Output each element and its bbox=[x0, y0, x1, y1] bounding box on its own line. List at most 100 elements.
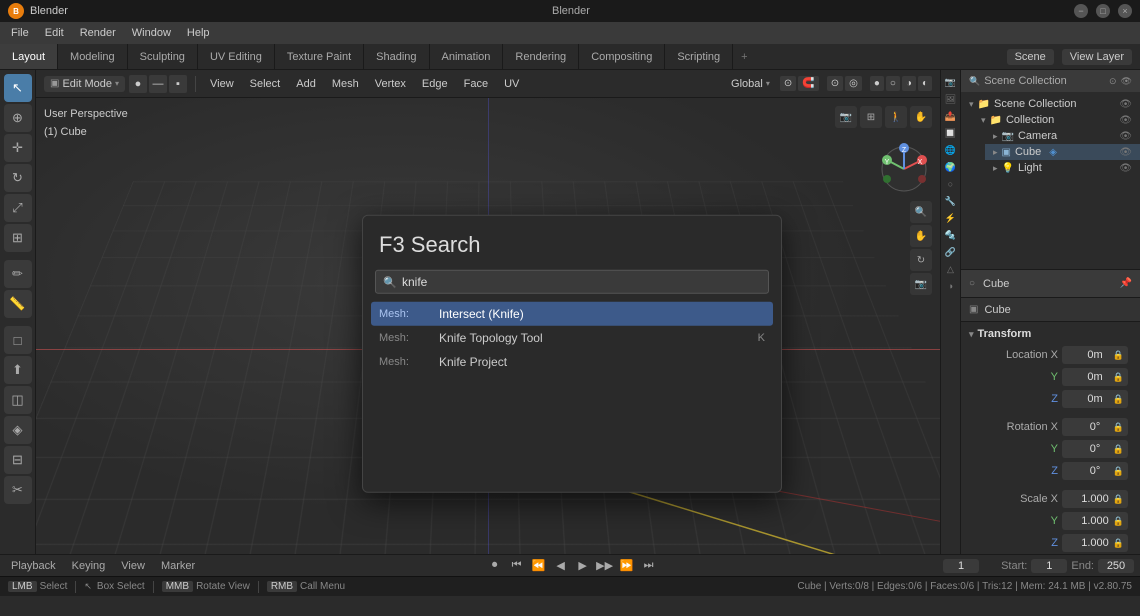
tab-sculpting[interactable]: Sculpting bbox=[128, 44, 198, 69]
menu-render[interactable]: Render bbox=[73, 25, 123, 41]
outliner-light[interactable]: ▸ 💡 Light 👁 bbox=[985, 160, 1140, 176]
tab-rendering[interactable]: Rendering bbox=[503, 44, 579, 69]
prev-key-btn[interactable]: ⏪ bbox=[530, 557, 548, 575]
camera-icon-btn[interactable]: 📷 bbox=[835, 106, 857, 128]
search-result-0[interactable]: Mesh: Intersect (Knife) bbox=[371, 302, 773, 326]
prop-scale-y-input[interactable]: 1.000 🔒 bbox=[1062, 512, 1128, 530]
prop-rotation-x-input[interactable]: 0° 🔒 bbox=[1062, 418, 1128, 436]
props-particles-icon[interactable]: ⚡ bbox=[943, 210, 959, 226]
edge-select-mode[interactable]: — bbox=[149, 75, 167, 93]
zoom-icon[interactable]: 🔍 bbox=[910, 201, 932, 223]
props-data-icon[interactable]: △ bbox=[943, 261, 959, 277]
tab-modeling[interactable]: Modeling bbox=[58, 44, 128, 69]
grid-icon-btn[interactable]: ⊞ bbox=[860, 106, 882, 128]
play-forward-btn[interactable]: ▶ bbox=[574, 557, 592, 575]
axis-gizmo[interactable]: X Y Z bbox=[877, 142, 932, 197]
tool-loop-cut[interactable]: ⊟ bbox=[4, 446, 32, 474]
outliner-scene-collection[interactable]: ▾ 📁 Scene Collection 👁 bbox=[961, 96, 1140, 112]
viewport-edge-menu[interactable]: Edge bbox=[416, 76, 454, 92]
snap-btn[interactable]: 🧲 bbox=[798, 76, 818, 91]
proportional-edit-btn[interactable]: ⊙ bbox=[780, 76, 796, 91]
tool-cursor[interactable]: ⊕ bbox=[4, 104, 32, 132]
viewport-add-menu[interactable]: Add bbox=[290, 76, 322, 92]
tab-texture-paint[interactable]: Texture Paint bbox=[275, 44, 364, 69]
viewport-face-menu[interactable]: Face bbox=[458, 76, 494, 92]
outliner-eye-icon[interactable]: 👁 bbox=[1121, 76, 1132, 87]
viewport-select-menu[interactable]: Select bbox=[244, 76, 287, 92]
vertex-select-mode[interactable]: ● bbox=[129, 75, 147, 93]
tool-move[interactable]: ✛ bbox=[4, 134, 32, 162]
tool-knife[interactable]: ✂ bbox=[4, 476, 32, 504]
scene-selector[interactable]: Scene bbox=[1007, 49, 1054, 65]
prop-scale-x-input[interactable]: 1.000 🔒 bbox=[1062, 490, 1128, 508]
minimize-button[interactable]: − bbox=[1074, 4, 1088, 18]
tab-animation[interactable]: Animation bbox=[430, 44, 504, 69]
gesture-icon-btn[interactable]: ✋ bbox=[910, 106, 932, 128]
cube-eye[interactable]: 👁 bbox=[1119, 147, 1132, 158]
wireframe-mode-btn[interactable]: ○ bbox=[886, 76, 900, 91]
viewport-vertex-menu[interactable]: Vertex bbox=[369, 76, 412, 92]
outliner-cube[interactable]: ▸ ▣ Cube ◈ 👁 bbox=[985, 144, 1140, 160]
jump-end-btn[interactable]: ⏭ bbox=[640, 557, 658, 575]
props-world-icon[interactable]: 🌍 bbox=[943, 159, 959, 175]
tool-select[interactable]: ↖ bbox=[4, 74, 32, 102]
tool-scale[interactable]: ⤢ bbox=[4, 194, 32, 222]
props-scene-prop-icon[interactable]: 🌐 bbox=[943, 142, 959, 158]
outliner-collection[interactable]: ▾ 📁 Collection 👁 bbox=[973, 112, 1140, 128]
props-output-icon[interactable]: 📤 bbox=[943, 108, 959, 124]
rendered-mode-btn[interactable]: ◑ bbox=[902, 76, 916, 91]
marker-menu[interactable]: Marker bbox=[156, 558, 200, 574]
tab-add-button[interactable]: + bbox=[733, 44, 755, 69]
pan-icon[interactable]: ✋ bbox=[910, 225, 932, 247]
props-pin-icon[interactable]: 📌 bbox=[1120, 278, 1132, 289]
timeline-view-menu[interactable]: View bbox=[116, 558, 150, 574]
viewport-uv-menu[interactable]: UV bbox=[498, 76, 525, 92]
step-forward-btn[interactable]: ▶▶ bbox=[596, 557, 614, 575]
outliner-camera[interactable]: ▸ 📷 Camera 👁 bbox=[985, 128, 1140, 144]
viewport-global-selector[interactable]: Global ▾ bbox=[725, 76, 776, 92]
tool-transform[interactable]: ⊞ bbox=[4, 224, 32, 252]
menu-edit[interactable]: Edit bbox=[38, 25, 71, 41]
menu-help[interactable]: Help bbox=[180, 25, 217, 41]
playback-menu[interactable]: Playback bbox=[6, 558, 61, 574]
prop-location-x-input[interactable]: 0m 🔒 bbox=[1062, 346, 1128, 364]
xray-btn[interactable]: ◎ bbox=[845, 76, 862, 91]
search-result-1[interactable]: Mesh: Knife Topology Tool K bbox=[371, 326, 773, 350]
props-modifier-icon[interactable]: 🔧 bbox=[943, 193, 959, 209]
viewport-view-menu[interactable]: View bbox=[204, 76, 240, 92]
view-layer-selector[interactable]: View Layer bbox=[1062, 49, 1132, 65]
tool-extrude[interactable]: ⬆ bbox=[4, 356, 32, 384]
props-material-icon[interactable]: ◑ bbox=[943, 278, 959, 294]
prop-scale-z-input[interactable]: 1.000 🔒 bbox=[1062, 534, 1128, 552]
tab-shading[interactable]: Shading bbox=[364, 44, 429, 69]
props-physics-icon[interactable]: 🔩 bbox=[943, 227, 959, 243]
tab-compositing[interactable]: Compositing bbox=[579, 44, 665, 69]
prop-rotation-z-input[interactable]: 0° 🔒 bbox=[1062, 462, 1128, 480]
rotate-view-icon[interactable]: ↻ bbox=[910, 249, 932, 271]
step-back-btn[interactable]: ◀ bbox=[552, 557, 570, 575]
tab-layout[interactable]: Layout bbox=[0, 44, 58, 69]
menu-window[interactable]: Window bbox=[125, 25, 178, 41]
material-mode-btn[interactable]: ◐ bbox=[918, 76, 932, 91]
prop-location-z-input[interactable]: 0m 🔒 bbox=[1062, 390, 1128, 408]
transform-section-title[interactable]: ▾ Transform bbox=[961, 322, 1140, 344]
record-btn[interactable]: ⏺ bbox=[486, 557, 504, 575]
light-eye[interactable]: 👁 bbox=[1119, 163, 1132, 174]
props-viewlayer-icon[interactable]: 🔲 bbox=[943, 125, 959, 141]
props-object-icon[interactable]: ○ bbox=[943, 176, 959, 192]
edit-mode-selector[interactable]: ▣ Edit Mode ▾ bbox=[44, 76, 125, 92]
scene-collection-eye[interactable]: 👁 bbox=[1119, 99, 1132, 110]
current-frame-input[interactable]: 1 bbox=[943, 559, 979, 573]
tool-bevel[interactable]: ◈ bbox=[4, 416, 32, 444]
props-constraints-icon[interactable]: 🔗 bbox=[943, 244, 959, 260]
tab-scripting[interactable]: Scripting bbox=[665, 44, 733, 69]
tab-uv-editing[interactable]: UV Editing bbox=[198, 44, 275, 69]
viewport-mesh-menu[interactable]: Mesh bbox=[326, 76, 365, 92]
props-scene-icon[interactable]: 📷 bbox=[943, 74, 959, 90]
search-result-2[interactable]: Mesh: Knife Project bbox=[371, 350, 773, 374]
tool-rotate[interactable]: ↻ bbox=[4, 164, 32, 192]
prop-rotation-y-input[interactable]: 0° 🔒 bbox=[1062, 440, 1128, 458]
frame-end-input[interactable]: 250 bbox=[1098, 559, 1134, 573]
collection-eye[interactable]: 👁 bbox=[1119, 115, 1132, 126]
prop-location-y-input[interactable]: 0m 🔒 bbox=[1062, 368, 1128, 386]
